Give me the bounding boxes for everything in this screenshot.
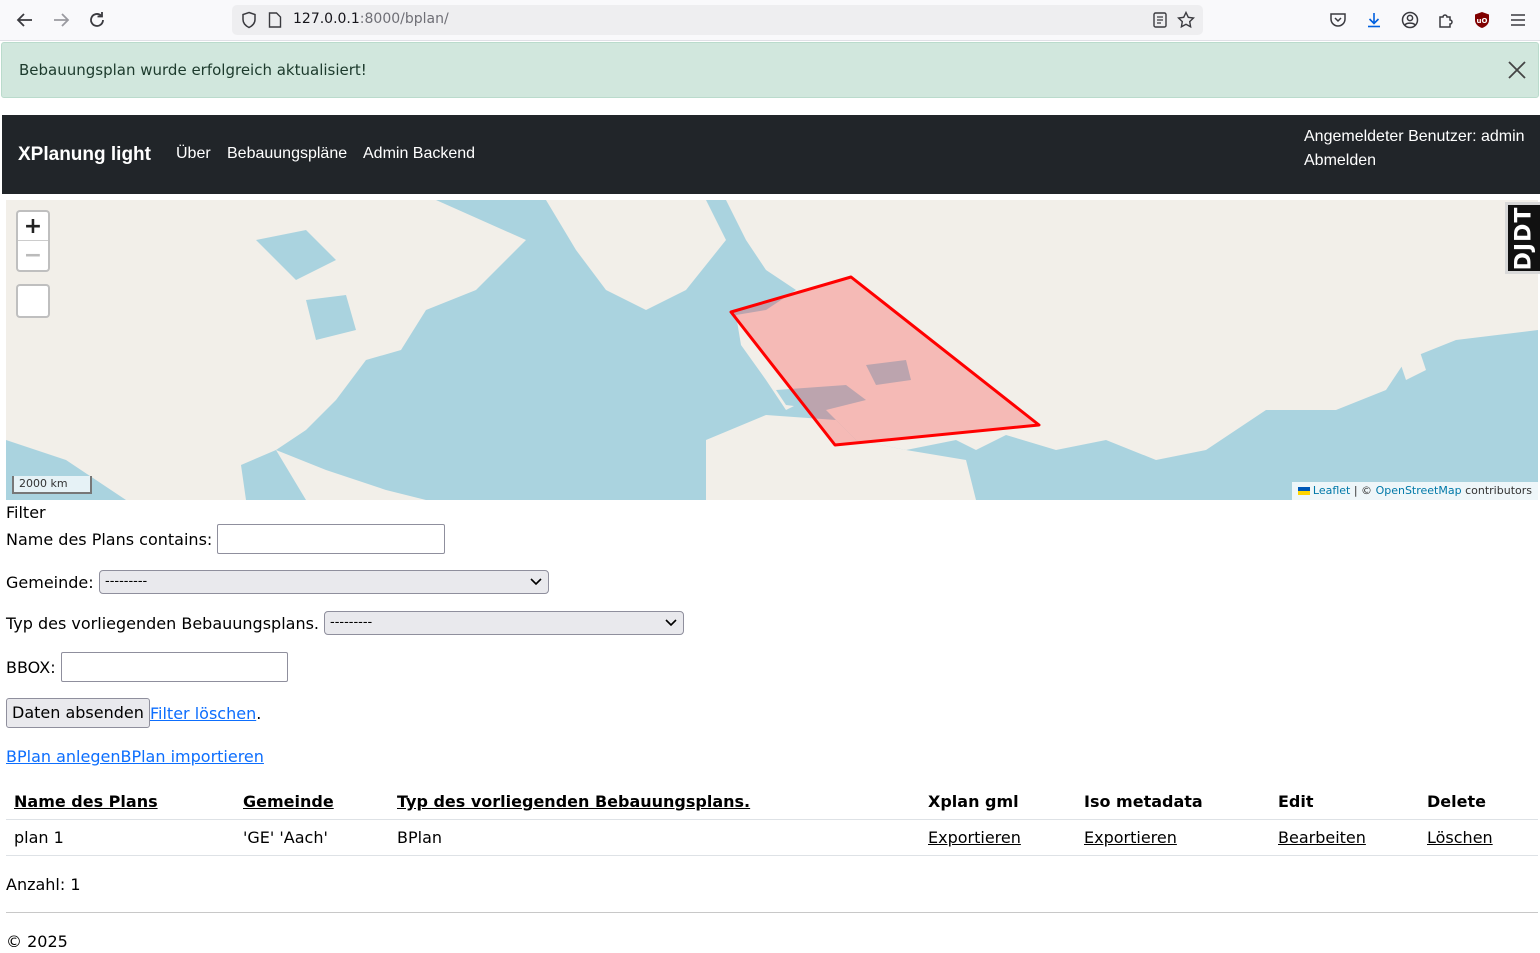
url-path: :8000/bplan/ xyxy=(359,11,449,27)
gemeinde-select[interactable]: --------- xyxy=(99,570,549,594)
zoom-in-button[interactable]: + xyxy=(18,212,48,241)
cell-gemeinde: 'GE' 'Aach' xyxy=(243,828,328,847)
draw-control-button[interactable] xyxy=(16,284,50,318)
debug-toolbar-label: DJDT xyxy=(1511,206,1537,270)
table-header-divider xyxy=(6,819,1538,820)
gemeinde-select-value: --------- xyxy=(105,574,148,589)
filter-heading: Filter xyxy=(6,503,46,522)
nav-link-bebauungsplaene[interactable]: Bebauungspläne xyxy=(227,145,347,163)
osm-link[interactable]: OpenStreetMap xyxy=(1376,484,1462,497)
cell-typ: BPlan xyxy=(397,828,443,847)
map-attribution: Leaflet | © OpenStreetMap contributors xyxy=(1291,482,1538,500)
map[interactable]: + − 2000 km Leaflet | © OpenStreetMap co… xyxy=(6,200,1538,500)
edit-link[interactable]: Bearbeiten xyxy=(1278,828,1366,847)
extensions-icon[interactable] xyxy=(1436,10,1456,30)
attribution-contributors: contributors xyxy=(1465,484,1532,497)
map-tiles[interactable] xyxy=(6,200,1538,500)
gemeinde-filter-label: Gemeinde: xyxy=(6,573,94,592)
address-bar[interactable]: 127.0.0.1:8000/bplan/ xyxy=(232,5,1203,35)
reload-icon xyxy=(90,12,104,27)
browser-toolbar: 127.0.0.1:8000/bplan/ uO xyxy=(0,0,1540,41)
typ-filter-label: Typ des vorliegenden Bebauungsplans. xyxy=(6,614,320,633)
typ-select[interactable]: --------- xyxy=(324,611,684,635)
account-icon[interactable] xyxy=(1400,10,1420,30)
logout-link[interactable]: Abmelden xyxy=(1304,149,1525,173)
debug-toolbar-handle[interactable]: DJDT xyxy=(1505,202,1540,274)
column-header-edit: Edit xyxy=(1278,792,1314,811)
typ-select-value: --------- xyxy=(330,615,373,630)
url-host: 127.0.0.1 xyxy=(293,11,360,27)
user-box: Angemeldeter Benutzer: admin Abmelden xyxy=(1304,125,1525,173)
clear-filter-link[interactable]: Filter löschen xyxy=(150,704,256,723)
create-bplan-link[interactable]: BPlan anlegen xyxy=(6,747,120,766)
column-header-name[interactable]: Name des Plans xyxy=(14,792,158,811)
map-scale: 2000 km xyxy=(12,476,92,494)
close-icon xyxy=(1508,61,1526,79)
nav-link-admin-backend[interactable]: Admin Backend xyxy=(363,145,475,163)
submit-filter-button[interactable]: Daten absenden xyxy=(6,698,150,728)
chevron-down-icon xyxy=(665,619,677,627)
column-header-iso: Iso metadata xyxy=(1084,792,1203,811)
import-bplan-link[interactable]: BPlan importieren xyxy=(120,747,263,766)
name-filter-label: Name des Plans contains: xyxy=(6,530,213,549)
bbox-filter-label: BBOX: xyxy=(6,658,56,677)
logged-in-user: Angemeldeter Benutzer: admin xyxy=(1304,128,1525,145)
column-header-delete: Delete xyxy=(1427,792,1486,811)
nav-link-ueber[interactable]: Über xyxy=(176,145,211,163)
footer-copyright: © 2025 xyxy=(6,932,68,951)
clear-filter-wrapper: Filter löschen. xyxy=(150,704,261,723)
shield-icon[interactable] xyxy=(240,11,258,29)
alert-message: Bebauungsplan wurde erfolgreich aktualis… xyxy=(19,61,367,79)
result-count: Anzahl: 1 xyxy=(6,875,81,894)
column-header-xplan: Xplan gml xyxy=(928,792,1019,811)
ublock-icon[interactable]: uO xyxy=(1472,10,1492,30)
leaflet-link[interactable]: Leaflet xyxy=(1313,484,1350,497)
clear-filter-suffix: . xyxy=(256,704,262,723)
back-button[interactable] xyxy=(10,6,40,34)
name-filter-input[interactable] xyxy=(217,524,445,554)
zoom-out-button[interactable]: − xyxy=(18,241,48,270)
forward-button[interactable] xyxy=(46,6,76,34)
export-xplan-link[interactable]: Exportieren xyxy=(928,828,1021,847)
brand-link[interactable]: XPlanung light xyxy=(18,144,151,166)
table-bottom-divider xyxy=(6,855,1538,856)
column-header-typ[interactable]: Typ des vorliegenden Bebauungsplans. xyxy=(397,792,750,811)
attribution-separator: | © xyxy=(1353,484,1373,497)
actions-row: BPlan anlegenBPlan importieren xyxy=(6,747,264,766)
success-alert: Bebauungsplan wurde erfolgreich aktualis… xyxy=(1,42,1539,98)
arrow-left-icon xyxy=(16,13,32,27)
bbox-input[interactable] xyxy=(61,652,288,682)
menu-icon[interactable] xyxy=(1508,10,1528,30)
delete-link[interactable]: Löschen xyxy=(1427,828,1493,847)
downloads-icon[interactable] xyxy=(1364,10,1384,30)
bookmark-star-icon[interactable] xyxy=(1177,11,1195,29)
reader-view-icon[interactable] xyxy=(1153,12,1167,28)
reload-button[interactable] xyxy=(82,6,112,34)
svg-text:uO: uO xyxy=(1477,17,1488,25)
zoom-control: + − xyxy=(16,210,50,272)
cell-plan-name: plan 1 xyxy=(14,828,64,847)
footer-divider xyxy=(6,912,1538,913)
alert-close-button[interactable] xyxy=(1506,59,1528,81)
ukraine-flag-icon xyxy=(1297,487,1310,495)
pocket-icon[interactable] xyxy=(1328,10,1348,30)
export-iso-link[interactable]: Exportieren xyxy=(1084,828,1177,847)
chevron-down-icon xyxy=(530,578,542,586)
column-header-gemeinde[interactable]: Gemeinde xyxy=(243,792,334,811)
url-text[interactable]: 127.0.0.1:8000/bplan/ xyxy=(293,11,449,27)
page-icon[interactable] xyxy=(268,12,282,28)
arrow-right-icon xyxy=(54,13,70,27)
main-navbar: XPlanung light Über Bebauungspläne Admin… xyxy=(2,115,1540,194)
